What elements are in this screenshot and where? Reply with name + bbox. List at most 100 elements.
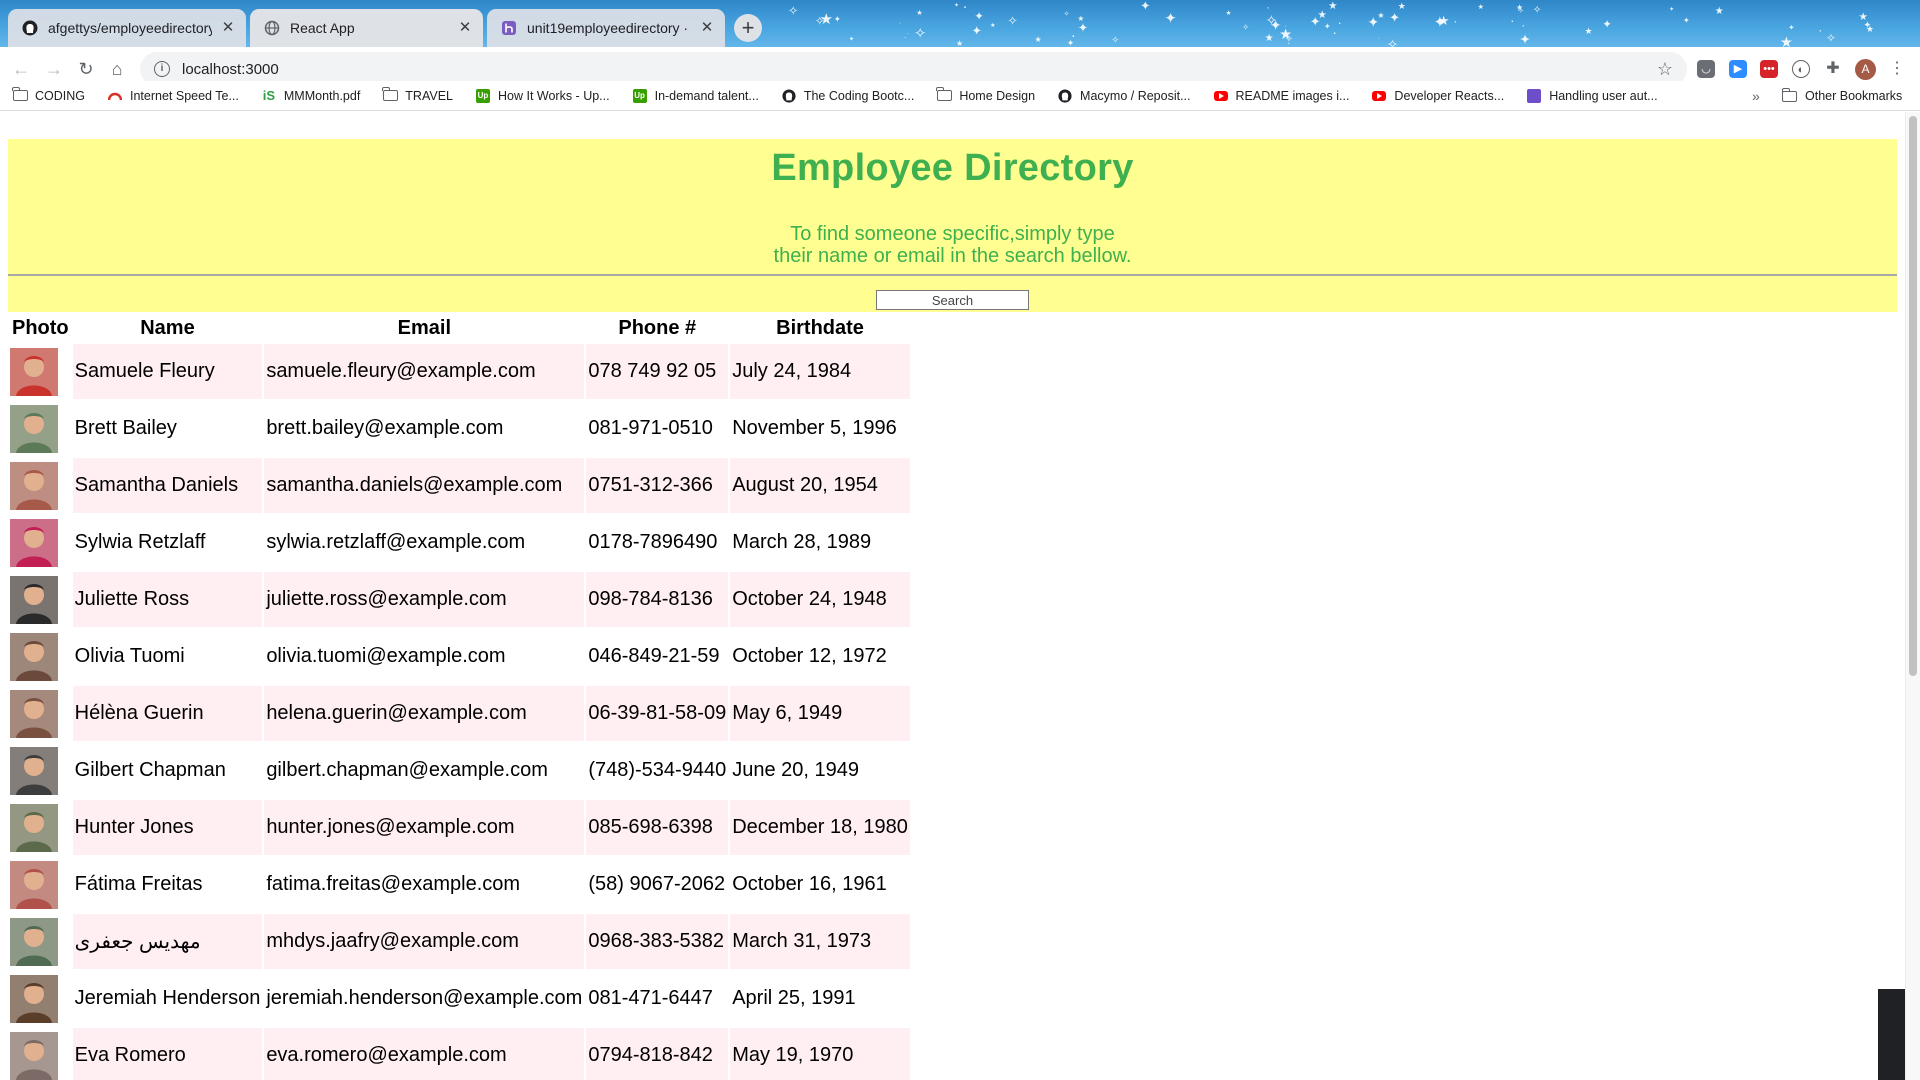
bookmark-item[interactable]: Home Design <box>936 87 1036 103</box>
star-decoration: ✧ <box>914 25 927 42</box>
globe-icon <box>264 20 280 36</box>
employee-phone: 078 749 92 05 <box>586 344 729 399</box>
photo-cell <box>10 800 71 855</box>
bookmark-item[interactable]: Handling user aut... <box>1526 88 1658 103</box>
browser-tab-heroku[interactable]: unit19employeedirectory · GitH ✕ <box>487 9 725 47</box>
employee-phone: (58) 9067-2062 <box>588 873 726 895</box>
close-tab-icon[interactable]: ✕ <box>457 20 473 36</box>
scrollbar-thumb[interactable] <box>1909 116 1917 676</box>
star-decoration: ✦ <box>1077 21 1089 36</box>
bookmark-item[interactable]: Macymo / Reposit... <box>1057 89 1191 103</box>
star-decoration: ★ <box>1328 1 1338 13</box>
star-decoration: ✦ <box>1602 17 1613 31</box>
employee-birthdate: July 24, 1984 <box>730 344 910 399</box>
bookmark-label: Home Design <box>959 88 1036 103</box>
browser-menu-icon[interactable]: ⋮ <box>1888 60 1906 78</box>
other-bookmarks-folder[interactable]: Other Bookmarks <box>1781 81 1902 111</box>
table-row: Hunter Jones hunter.jones@example.com 085-… <box>10 800 910 855</box>
star-decoration: ✧ <box>1007 13 1019 28</box>
page-title: Employee Directory <box>771 147 1134 189</box>
zoom-extension-icon[interactable]: ▶ <box>1729 60 1747 78</box>
profile-avatar[interactable]: A <box>1855 59 1876 80</box>
employee-birthdate: August 20, 1954 <box>730 458 910 513</box>
close-tab-icon[interactable]: ✕ <box>220 20 236 36</box>
table-row: Fátima Freitas fatima.freitas@example.com… <box>10 857 910 912</box>
star-decoration: ✧ <box>1242 22 1250 32</box>
column-header-photo[interactable]: Photo <box>10 314 71 342</box>
star-decoration: · <box>1337 15 1342 30</box>
page-subtitle: To find someone specific,simply type the… <box>8 223 1897 267</box>
bookmark-star-icon[interactable]: ☆ <box>1657 59 1673 80</box>
column-header-birthdate[interactable]: Birthdate <box>730 314 910 342</box>
employee-birthdate: October 24, 1948 <box>730 572 910 627</box>
employee-email: jeremiah.henderson@example.com <box>266 987 583 1009</box>
bookmark-item[interactable]: iS MMMonth.pdf <box>261 88 361 103</box>
employee-phone: 081-471-6447 <box>588 987 713 1009</box>
column-header-name[interactable]: Name <box>73 314 263 342</box>
photo-cell <box>10 686 71 741</box>
new-tab-button[interactable]: + <box>734 14 762 42</box>
star-decoration: ★ <box>1477 4 1484 12</box>
employee-photo <box>10 404 58 453</box>
star-decoration: ★ <box>1397 0 1406 11</box>
employee-birthdate: March 31, 1973 <box>730 914 910 969</box>
browser-tab-strip: afgettys/employeedirectory: ht ✕ React A… <box>0 0 1920 47</box>
employee-name: Jeremiah Henderson <box>74 987 261 1009</box>
pocket-extension-icon[interactable]: ◡ <box>1697 60 1715 78</box>
photo-cell <box>10 1028 71 1080</box>
star-decoration: ✧ <box>1063 10 1070 19</box>
more-bookmarks-chevron-icon[interactable]: » <box>1752 88 1760 104</box>
url-text[interactable]: localhost:3000 <box>182 61 1657 78</box>
photo-cell <box>10 914 71 969</box>
star-decoration: · <box>898 17 902 27</box>
site-info-icon[interactable]: i <box>154 61 170 77</box>
bookmark-item[interactable]: The Coding Bootc... <box>781 89 914 103</box>
star-decoration: · <box>1284 23 1287 31</box>
star-decoration: ✦ <box>1433 14 1447 31</box>
reload-icon[interactable]: ↻ <box>74 57 98 81</box>
search-input[interactable] <box>876 290 1029 310</box>
youtube-icon <box>1213 89 1229 103</box>
extension-circle-icon[interactable]: ◐ <box>1792 60 1810 78</box>
bookmark-item[interactable]: README images i... <box>1213 89 1349 103</box>
tab-title: React App <box>290 20 355 36</box>
photo-cell <box>10 857 71 912</box>
close-tab-icon[interactable]: ✕ <box>699 20 715 36</box>
extensions-puzzle-icon[interactable]: ✚ <box>1824 60 1842 78</box>
employee-email: brett.bailey@example.com <box>266 417 504 439</box>
bookmarks-bar: CODING Internet Speed Te... iS MMMonth.pdf T… <box>0 81 1920 111</box>
browser-tab-react-app[interactable]: React App ✕ <box>250 9 483 47</box>
bookmark-item[interactable]: Developer Reacts... <box>1371 89 1504 103</box>
bookmark-item[interactable]: Up How It Works - Up... <box>475 88 610 103</box>
bookmark-item[interactable]: Up In-demand talent... <box>632 88 759 103</box>
folder-icon <box>12 87 28 103</box>
bookmark-item[interactable]: CODING <box>12 87 85 103</box>
employee-table: Photo Name Email Phone # Birthdate Samue… <box>8 312 912 1080</box>
lastpass-extension-icon[interactable]: ••• <box>1760 60 1778 78</box>
bookmark-label: MMMonth.pdf <box>283 88 361 103</box>
photo-cell <box>10 515 71 570</box>
star-decoration: ✧ <box>1386 36 1399 47</box>
photo-cell <box>10 458 71 513</box>
page-content: Employee Directory To find someone speci… <box>0 112 1920 1080</box>
back-arrow-icon[interactable]: ← <box>9 57 33 81</box>
employee-name: مهدیس جعفری <box>72 914 263 969</box>
column-header-phone[interactable]: Phone # <box>586 314 728 342</box>
column-header-email[interactable]: Email <box>264 314 584 342</box>
forward-arrow-icon[interactable]: → <box>42 57 66 81</box>
folder-icon <box>936 87 952 103</box>
star-decoration: ✦ <box>1140 0 1151 14</box>
employee-photo <box>10 803 58 852</box>
employee-birthdate: October 16, 1961 <box>732 873 887 895</box>
bookmark-item[interactable]: TRAVEL <box>382 87 453 103</box>
photo-cell <box>10 971 71 1026</box>
page-scrollbar[interactable] <box>1905 112 1920 1080</box>
page-header: Employee Directory To find someone speci… <box>8 139 1897 276</box>
browser-tab-github[interactable]: afgettys/employeedirectory: ht ✕ <box>8 9 246 47</box>
home-icon[interactable]: ⌂ <box>105 57 129 81</box>
employee-photo <box>10 575 58 624</box>
bookmark-item[interactable]: Internet Speed Te... <box>107 89 239 103</box>
employee-email: olivia.tuomi@example.com <box>266 645 506 667</box>
employee-photo <box>10 518 58 567</box>
table-row: مهدیس جعفری mhdys.jaafry@example.com 0968-… <box>10 914 910 969</box>
